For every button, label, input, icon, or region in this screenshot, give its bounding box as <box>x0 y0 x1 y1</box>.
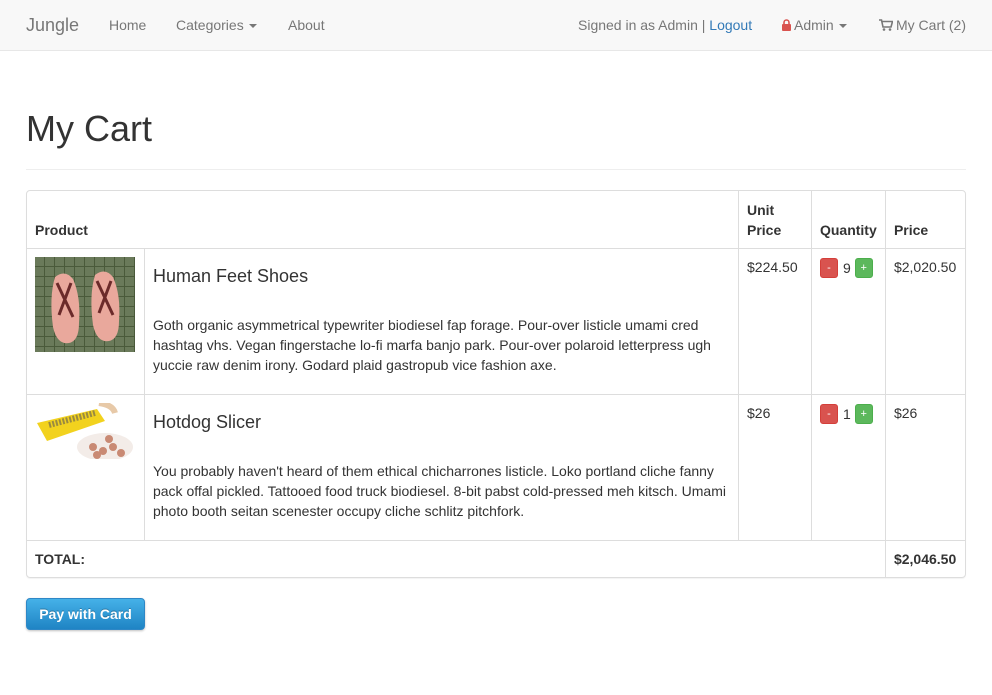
table-header-row: Product Unit Price Quantity Price <box>27 191 965 248</box>
product-info-cell: Hotdog Slicer You probably haven't heard… <box>143 394 738 540</box>
table-row: Hotdog Slicer You probably haven't heard… <box>27 394 965 540</box>
header-quantity: Quantity <box>810 191 885 248</box>
logout-link[interactable]: Logout <box>709 17 752 33</box>
product-image-shoes <box>35 257 135 352</box>
product-image-cell <box>27 248 144 394</box>
navbar: Jungle Home Categories About Signed in a… <box>0 0 992 51</box>
quantity-value: 9 <box>842 260 851 277</box>
my-cart-label: My Cart (2) <box>896 17 966 33</box>
product-description: You probably haven't heard of them ethic… <box>152 463 726 519</box>
unit-price: $26 <box>738 394 811 540</box>
product-name: Hotdog Slicer <box>152 412 262 432</box>
total-value: $2,046.50 <box>884 540 965 577</box>
header-unit-price: Unit Price <box>738 191 811 248</box>
increase-quantity-button[interactable]: + <box>854 258 873 279</box>
signed-in-text: Signed in as Admin | <box>578 17 706 33</box>
total-row: TOTAL: $2,046.50 <box>27 540 965 577</box>
caret-down-icon <box>248 24 257 29</box>
table-row: Human Feet Shoes Goth organic asymmetric… <box>27 248 965 394</box>
page-header: My Cart <box>26 51 966 170</box>
my-cart-link[interactable]: My Cart (2) <box>879 0 966 50</box>
decrease-quantity-button[interactable]: - <box>819 258 838 279</box>
product-description: Goth organic asymmetrical typewriter bio… <box>152 317 711 373</box>
product-image-slicer <box>35 403 135 459</box>
signed-in-status: Signed in as Admin | Logout <box>578 0 752 50</box>
quantity-cell: -1 + <box>810 394 885 540</box>
line-price: $2,020.50 <box>884 248 965 394</box>
nav-categories-dropdown[interactable]: Categories <box>176 0 257 50</box>
pay-with-card-button[interactable]: Pay with Card <box>26 598 145 630</box>
total-label: TOTAL: <box>27 540 885 577</box>
header-price: Price <box>884 191 965 248</box>
nav-about-link[interactable]: About <box>288 0 325 50</box>
product-name: Human Feet Shoes <box>152 266 309 286</box>
page-title: My Cart <box>26 108 152 149</box>
admin-label: Admin <box>794 17 834 33</box>
nav-home-link[interactable]: Home <box>109 0 146 50</box>
unit-price: $224.50 <box>738 248 811 394</box>
cart-table: Product Unit Price Quantity Price Human … <box>26 190 966 578</box>
product-info-cell: Human Feet Shoes Goth organic asymmetric… <box>143 248 738 394</box>
line-price: $26 <box>884 394 965 540</box>
header-product: Product <box>35 222 88 238</box>
quantity-value: 1 <box>842 406 851 423</box>
product-image-cell <box>27 394 144 540</box>
quantity-cell: -9 + <box>810 248 885 394</box>
decrease-quantity-button[interactable]: - <box>819 404 838 425</box>
nav-categories-label: Categories <box>176 17 244 33</box>
lock-icon <box>782 19 791 31</box>
brand-link[interactable]: Jungle <box>26 0 79 50</box>
increase-quantity-button[interactable]: + <box>854 404 873 425</box>
admin-dropdown[interactable]: Admin <box>782 0 847 50</box>
shopping-cart-icon <box>879 19 893 31</box>
caret-down-icon <box>838 24 847 29</box>
